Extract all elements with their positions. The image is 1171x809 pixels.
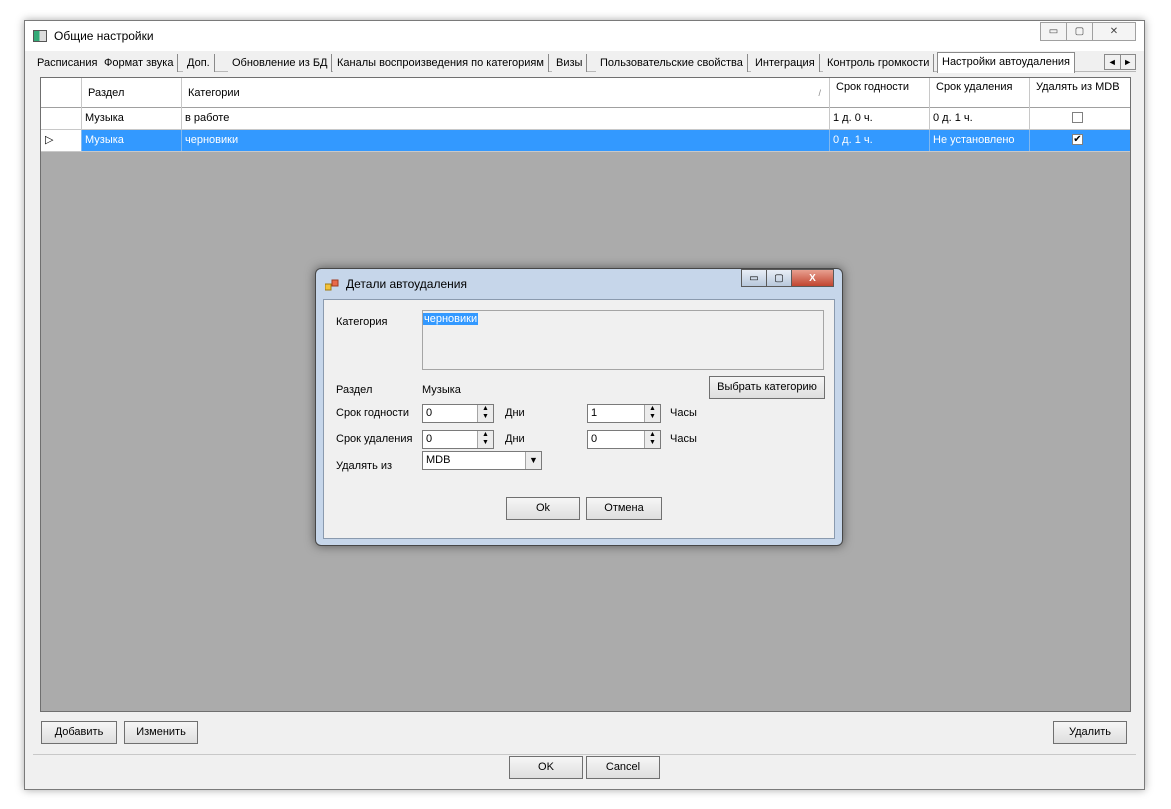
dialog-body: Категория черновики Раздел Музыка Выбрат… — [323, 299, 835, 539]
cancel-button[interactable]: Cancel — [586, 756, 660, 779]
close-icon: X — [809, 272, 816, 284]
hours-label: Часы — [670, 433, 697, 445]
grid-header: Раздел Категории / Срок годности Срок уд… — [41, 78, 1130, 108]
title-bar: Общие настройки ▭ ▢ ✕ — [25, 21, 1144, 51]
app-icon — [33, 30, 47, 42]
tab-sound-format[interactable]: Формат звука — [100, 54, 179, 72]
category-label: Категория — [336, 316, 388, 328]
tab-scroll-buttons: ◄ ► — [1104, 54, 1136, 70]
dialog-minimize-button[interactable]: ▭ — [741, 269, 767, 287]
column-header-delete-after[interactable]: Срок удаления — [930, 78, 1030, 108]
section-label: Раздел — [336, 384, 373, 396]
tab-playback-channels[interactable]: Каналы воспроизведения по категориям — [333, 54, 549, 72]
cell-delete-after: Не установлено — [930, 130, 1030, 151]
cell-delete-mdb: ✔ — [1030, 130, 1130, 151]
category-value: черновики — [423, 313, 479, 325]
dialog-close-button[interactable]: X — [791, 269, 834, 287]
days-label: Дни — [505, 407, 525, 419]
cell-delete-mdb — [1030, 108, 1130, 129]
spin-arrows-icon[interactable]: ▲ ▼ — [644, 431, 660, 448]
cell-category: в работе — [182, 108, 830, 129]
tab-integration[interactable]: Интеграция — [751, 54, 820, 72]
delete-from-value: MDB — [426, 454, 451, 466]
shelf-hours-stepper[interactable]: 1 ▲ ▼ — [587, 404, 661, 423]
delete-days-stepper[interactable]: 0 ▲ ▼ — [422, 430, 494, 449]
dialog-title: Детали автоудаления — [346, 277, 467, 291]
table-row[interactable]: Музыка в работе 1 д. 0 ч. 0 д. 1 ч. — [41, 108, 1130, 130]
minimize-button[interactable]: ▭ — [1040, 22, 1067, 41]
maximize-button[interactable]: ▢ — [1066, 22, 1093, 41]
close-icon: ✕ — [1109, 26, 1119, 37]
tab-extra[interactable]: Доп. — [183, 54, 215, 72]
autodelete-details-dialog: Детали автоудаления ▭ ▢ X Категория черн… — [315, 268, 843, 546]
maximize-icon: ▢ — [1074, 26, 1085, 37]
cell-section: Музыка — [82, 130, 182, 151]
maximize-icon: ▢ — [774, 272, 784, 284]
tab-visas[interactable]: Визы — [552, 54, 588, 72]
minimize-icon: ▭ — [749, 272, 759, 284]
row-header-corner — [41, 78, 82, 108]
table-row-selected[interactable]: ▷ Музыка черновики 0 д. 1 ч. Не установл… — [41, 130, 1130, 152]
column-header-shelf-life[interactable]: Срок годности — [830, 78, 930, 108]
dialog-button-bar — [33, 754, 1136, 784]
tab-user-properties[interactable]: Пользовательские свойства — [596, 54, 748, 72]
dialog-app-icon — [325, 279, 339, 291]
row-header[interactable]: ▷ — [41, 130, 82, 151]
column-header-section[interactable]: Раздел — [82, 78, 182, 108]
ok-button[interactable]: OK — [509, 756, 583, 779]
dialog-cancel-button[interactable]: Отмена — [586, 497, 662, 520]
category-field[interactable]: черновики — [422, 310, 824, 370]
shelf-hours-value: 1 — [591, 407, 598, 419]
tab-db-update[interactable]: Обновление из БД — [228, 54, 333, 72]
dialog-ok-button[interactable]: Ok — [506, 497, 580, 520]
window-title: Общие настройки — [54, 29, 154, 43]
current-row-icon: ▷ — [45, 134, 54, 146]
cell-delete-after: 0 д. 1 ч. — [930, 108, 1030, 129]
delete-hours-value: 0 — [591, 433, 598, 445]
delete-hours-stepper[interactable]: 0 ▲ ▼ — [587, 430, 661, 449]
delete-from-select[interactable]: MDB ▼ — [422, 451, 542, 470]
hours-label: Часы — [670, 407, 697, 419]
column-header-delete-mdb[interactable]: Удалять из MDB — [1030, 78, 1130, 108]
column-header-categories-label: Категории — [188, 87, 240, 99]
section-value: Музыка — [422, 384, 461, 396]
dialog-maximize-button[interactable]: ▢ — [766, 269, 792, 287]
tab-autodelete-settings[interactable]: Настройки автоудаления — [937, 52, 1076, 73]
days-label: Дни — [505, 433, 525, 445]
delete-mdb-checkbox[interactable] — [1072, 112, 1083, 123]
row-header[interactable] — [41, 108, 82, 129]
shelf-days-value: 0 — [426, 407, 433, 419]
close-button[interactable]: ✕ — [1092, 22, 1136, 41]
scroll-left-icon[interactable]: ◄ — [1105, 55, 1121, 69]
choose-category-button[interactable]: Выбрать категорию — [709, 376, 825, 399]
cell-shelf-life: 0 д. 1 ч. — [830, 130, 930, 151]
chevron-down-icon[interactable]: ▼ — [525, 452, 541, 469]
delete-from-label: Удалять из — [336, 460, 393, 472]
add-button[interactable]: Добавить — [41, 721, 117, 744]
shelf-life-label: Срок годности — [336, 407, 409, 419]
delete-days-value: 0 — [426, 433, 433, 445]
tab-schedules[interactable]: Расписания — [33, 54, 103, 72]
delete-after-label: Срок удаления — [336, 433, 413, 445]
delete-mdb-checkbox-checked[interactable]: ✔ — [1072, 134, 1083, 145]
column-header-categories[interactable]: Категории / — [182, 78, 830, 108]
window-controls: ▭ ▢ ✕ — [1040, 22, 1136, 41]
spin-arrows-icon[interactable]: ▲ ▼ — [477, 405, 493, 422]
shelf-days-stepper[interactable]: 0 ▲ ▼ — [422, 404, 494, 423]
cell-shelf-life: 1 д. 0 ч. — [830, 108, 930, 129]
cell-section: Музыка — [82, 108, 182, 129]
cell-category: черновики — [182, 130, 830, 151]
spin-arrows-icon[interactable]: ▲ ▼ — [644, 405, 660, 422]
tab-volume-control[interactable]: Контроль громкости — [823, 54, 935, 72]
dialog-window-controls: ▭ ▢ X — [741, 269, 834, 287]
tab-strip: Расписания Формат звука Доп. Обновление … — [33, 52, 1136, 73]
edit-button[interactable]: Изменить — [124, 721, 198, 744]
delete-button[interactable]: Удалить — [1053, 721, 1127, 744]
scroll-right-icon[interactable]: ► — [1121, 55, 1136, 69]
spin-arrows-icon[interactable]: ▲ ▼ — [477, 431, 493, 448]
minimize-icon: ▭ — [1048, 26, 1059, 37]
sort-icon: / — [818, 88, 821, 98]
